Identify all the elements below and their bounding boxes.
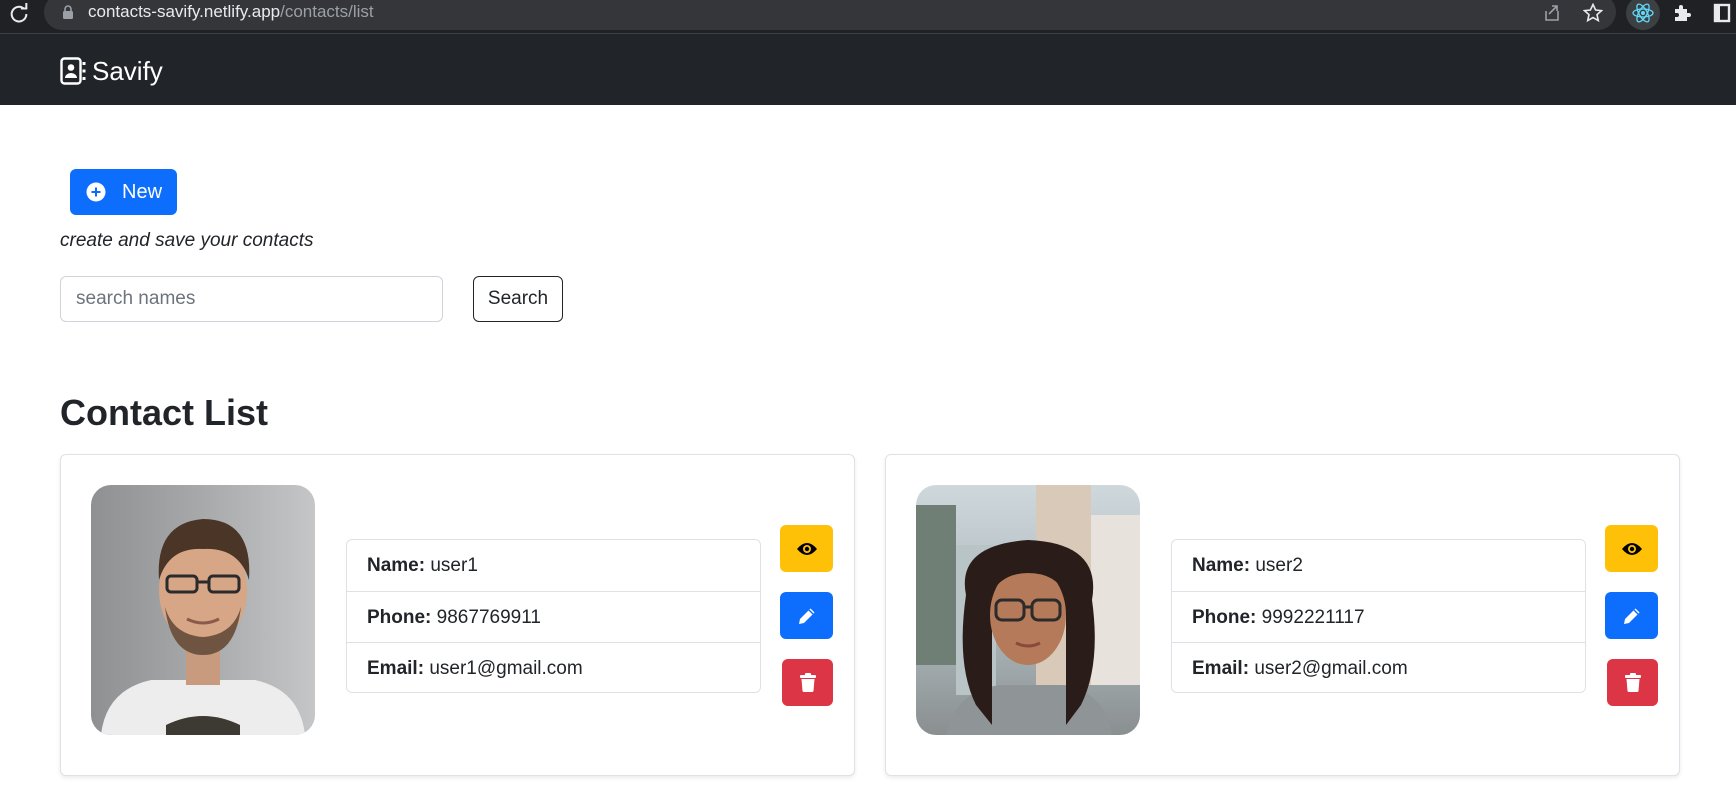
contact-phone-row: Phone: 9992221117 — [1172, 591, 1585, 642]
edit-contact-button[interactable] — [780, 592, 833, 639]
phone-key: Phone: — [367, 607, 432, 628]
contact-book-icon[interactable] — [60, 57, 86, 85]
eye-icon — [1621, 542, 1642, 555]
reload-icon[interactable] — [8, 3, 30, 25]
extensions-icon[interactable] — [1670, 1, 1694, 25]
name-key: Name: — [1192, 555, 1251, 576]
view-contact-button[interactable] — [780, 525, 833, 572]
contact-details: Name: user1 Phone: 9867769911 Email: use… — [346, 539, 761, 693]
email-key: Email: — [367, 658, 425, 679]
new-contact-button[interactable]: New — [70, 169, 177, 215]
contact-email-row: Email: user2@gmail.com — [1172, 642, 1585, 693]
contact-email: user1@gmail.com — [429, 658, 583, 679]
brand-name[interactable]: Savify — [92, 55, 163, 87]
window-icon[interactable] — [1710, 1, 1734, 25]
contact-details: Name: user2 Phone: 9992221117 Email: use… — [1171, 539, 1586, 693]
edit-contact-button[interactable] — [1605, 592, 1658, 639]
email-key: Email: — [1192, 658, 1250, 679]
avatar — [91, 485, 315, 735]
search-input[interactable] — [60, 276, 443, 322]
trash-icon — [799, 673, 816, 692]
delete-contact-button[interactable] — [782, 659, 833, 706]
contact-name-row: Name: user1 — [347, 540, 760, 591]
navbar: Savify — [0, 34, 1736, 105]
url-text[interactable]: contacts-savify.netlify.app/contacts/lis… — [88, 2, 374, 22]
contact-card: Name: user1 Phone: 9867769911 Email: use… — [60, 454, 855, 776]
url-path: /contacts/list — [280, 2, 374, 21]
lock-icon[interactable] — [62, 5, 74, 20]
contact-phone: 9867769911 — [436, 607, 541, 628]
phone-key: Phone: — [1192, 607, 1257, 628]
contact-phone: 9992221117 — [1261, 607, 1365, 628]
react-devtools-icon[interactable] — [1631, 1, 1655, 25]
pencil-icon — [1623, 608, 1639, 624]
eye-icon — [796, 542, 817, 555]
contact-email-row: Email: user1@gmail.com — [347, 642, 760, 693]
share-icon[interactable] — [1540, 1, 1564, 25]
tagline: create and save your contacts — [60, 230, 314, 251]
search-button[interactable]: Search — [473, 276, 563, 322]
avatar — [916, 485, 1140, 735]
star-icon[interactable] — [1581, 1, 1605, 25]
delete-contact-button[interactable] — [1607, 659, 1658, 706]
contact-email: user2@gmail.com — [1254, 658, 1408, 679]
view-contact-button[interactable] — [1605, 525, 1658, 572]
browser-toolbar: contacts-savify.netlify.app/contacts/lis… — [0, 0, 1736, 34]
page-title: Contact List — [60, 392, 269, 433]
contact-name: user2 — [1255, 555, 1303, 576]
contact-card: Name: user2 Phone: 9992221117 Email: use… — [885, 454, 1680, 776]
trash-icon — [1624, 673, 1641, 692]
name-key: Name: — [367, 555, 426, 576]
pencil-icon — [798, 608, 814, 624]
contact-phone-row: Phone: 9867769911 — [347, 591, 760, 642]
plus-circle-icon — [86, 182, 106, 202]
new-button-label: New — [122, 181, 163, 203]
contact-name: user1 — [430, 555, 478, 576]
url-host: contacts-savify.netlify.app — [88, 2, 281, 21]
contact-name-row: Name: user2 — [1172, 540, 1585, 591]
